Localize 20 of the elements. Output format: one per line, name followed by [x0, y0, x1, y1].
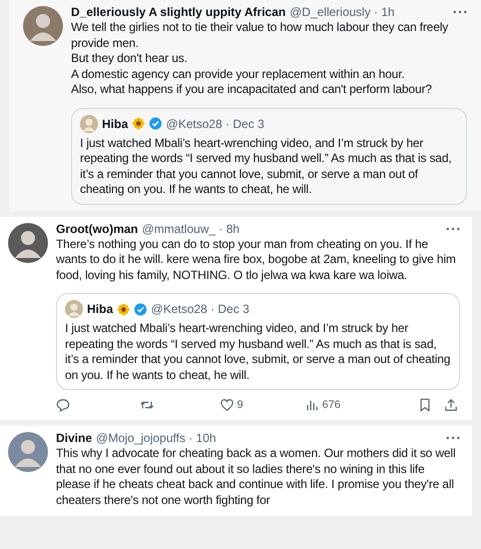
author-name[interactable]: Groot(wo)man [56, 220, 138, 236]
tweet-text: We tell the girlies not to tie their value to how much labour they can freely provide men. [71, 20, 450, 51]
author-name[interactable]: D_elleriously A slightly uppity African [71, 4, 286, 20]
quoted-text: I just watched Mbali’s heart-wrenching video, and I’m struck by her repeating the words “I served my husband well.” As much as that is sad, it’s a reminder that you cannot love, submit, or serve a man out of cheating on you. If he wants to cheat, he will. [80, 136, 453, 198]
tweet-text: A domestic agency can provide your replacement within an hour. [71, 66, 406, 82]
author-name: Hiba [87, 301, 114, 317]
author-name[interactable]: Divine [56, 430, 92, 446]
handle-and-time: @Mojo_jojopuffs · 10h [96, 430, 216, 446]
handle-and-time: @Ketso28 · Dec 3 [151, 301, 250, 317]
handle-and-time: @D_elleriously · 1h [290, 4, 395, 20]
like-button[interactable]: 9 [220, 398, 244, 412]
handle-and-time: @Ketso28 · Dec 3 [166, 116, 264, 132]
handle-and-time: @mmatlouw_ · 8h [142, 220, 240, 236]
tweet-text: Also, what happens if you are incapacitated and can't perform labour? [71, 82, 433, 98]
author-name: Hiba [102, 116, 128, 132]
views-button[interactable]: 676 [305, 398, 340, 412]
tweet-text: There’s nothing you can do to stop your man from cheating on you. If he wants to do it he will. kere wena fire box, bogobe at 2am, kneeling to give him food, loving his family, NOTHING. O tlo jelwa wa kwa kare wa loiwa. [56, 236, 457, 283]
quoted-text: I just watched Mbali’s heart-wrenching video, and I’m struck by her repeating the words “I served my husband well.” As much as that is sad, it’s a reminder that you cannot love, submit, or serve a man out of cheating on you. If he wants to cheat, he will. [65, 321, 451, 383]
tweet-text: But they don't hear us. [71, 51, 188, 66]
tweet-text: This why I advocate for cheating back as a women. Our mothers did it so well that no one ever found out about it so ladies there's no wining in this life please if he cheats cheat back and continue with life. I promise you they're all cheaters there's not one worth fighting for [56, 446, 456, 508]
